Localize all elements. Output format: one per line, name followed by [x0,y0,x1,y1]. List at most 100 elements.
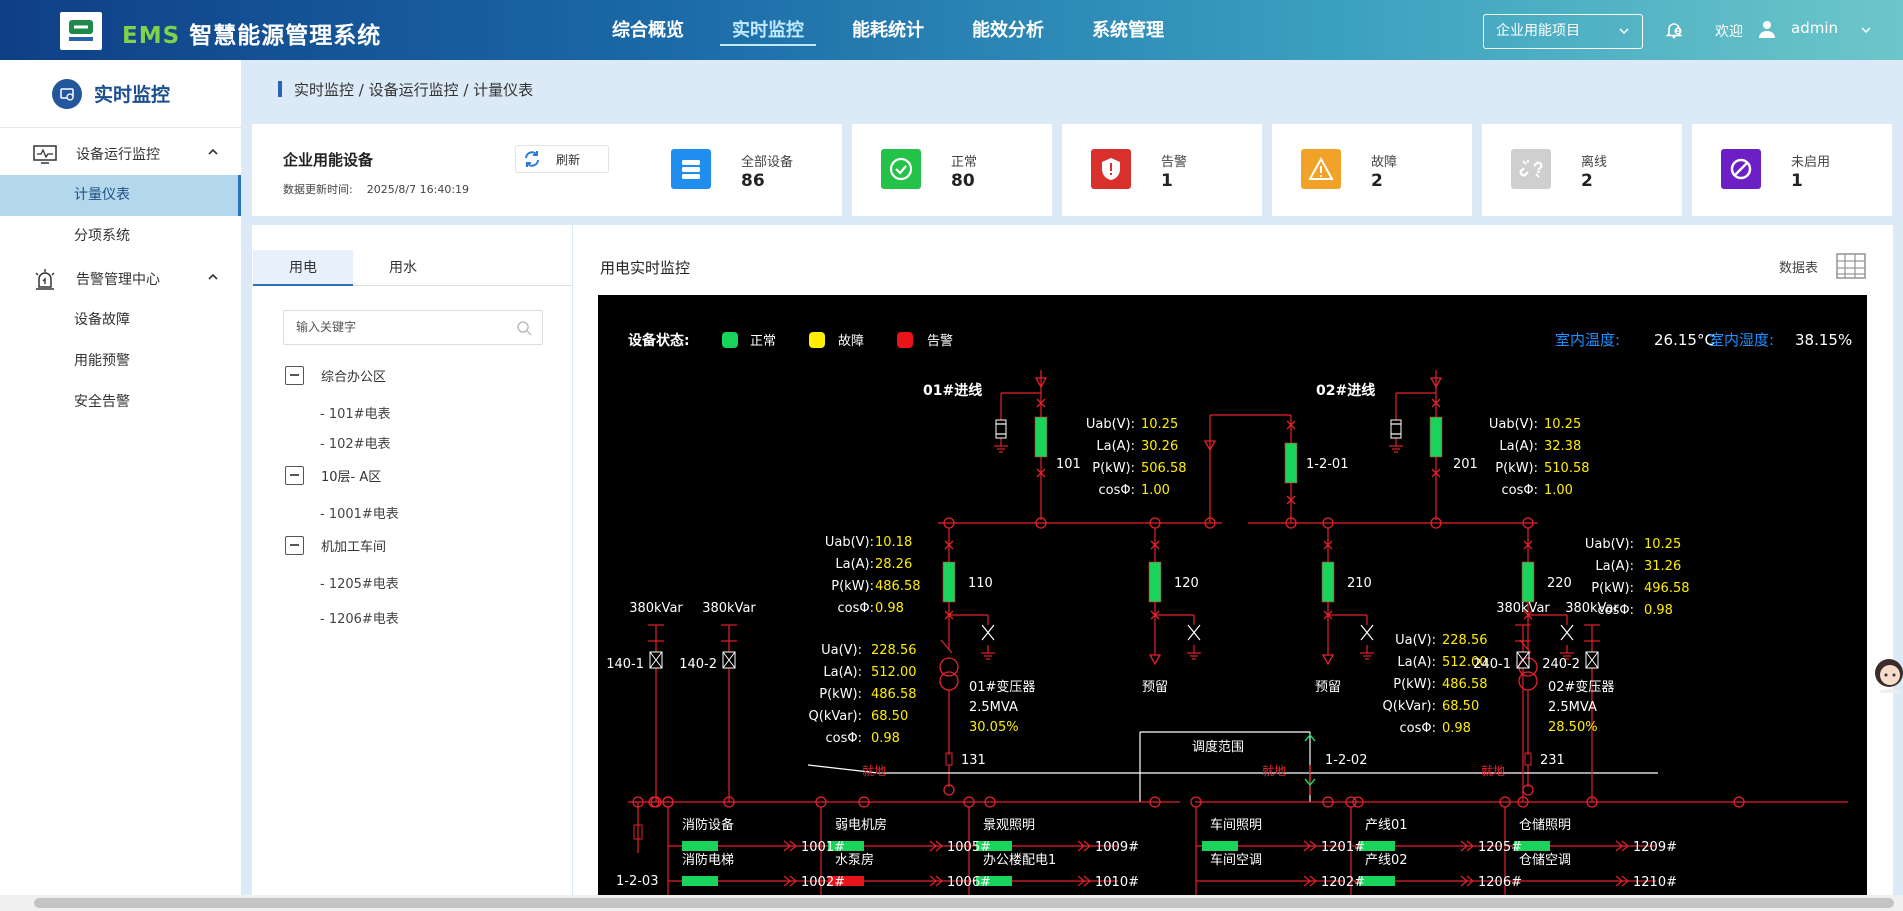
tree-node-office[interactable]: 综合办公区 [285,366,386,385]
pt-symbol [995,419,1007,439]
transformer-2-winding [1518,671,1538,691]
summary-card: 企业用能设备 数据更新时间: 2025/8/7 16:40:19 刷新 [252,124,666,216]
legend-swatch-alarm [897,332,913,348]
breaker-101 [1034,416,1048,458]
load-name: 消防电梯 [682,852,734,868]
load-status-bar [1202,841,1238,851]
tree-node-floor10[interactable]: 10层- A区 [285,466,381,485]
search-input[interactable]: 输入关键字 [283,310,543,345]
collapse-icon[interactable] [285,366,304,385]
svg-text:2: 2 [1676,29,1679,35]
chevron-down-icon[interactable] [1860,20,1872,40]
tree-leaf[interactable]: - 1206#电表 [320,608,399,627]
arrow-down-icon [1321,654,1335,666]
feeder-110-meter-label: La(A): [835,557,874,572]
load-name: 仓储空调 [1519,853,1571,868]
tree-node-workshop[interactable]: 机加工车间 [285,536,386,555]
capacitor-140-1-id: 140-1 [606,657,644,672]
nav-efficiency[interactable]: 能效分析 [948,0,1068,60]
transformer-1-meter-label: cosΦ: [826,731,863,746]
broken-link-icon [1511,149,1551,189]
bell-icon[interactable]: 2 [1664,20,1684,40]
breaker-1-2-03-label: 1-2-03 [616,874,658,889]
reserve-label-1: 预留 [1142,680,1168,695]
transformer-2-meter-value: 486.58 [1442,677,1488,692]
datatable-link[interactable]: 数据表 [1779,257,1818,276]
stat-disabled[interactable]: 未启用 1 [1692,124,1892,216]
breaker-110 [942,561,956,603]
project-select[interactable]: 企业用能项目 [1483,14,1643,49]
load-status-bar [682,876,718,886]
grounding-switch [1560,624,1574,641]
collapse-icon[interactable] [285,536,304,555]
alarm-light-icon [32,267,58,291]
tab-electric[interactable]: 用电 [253,250,353,286]
stat-fault[interactable]: 故障 2 [1272,124,1472,216]
sidebar-item-meter[interactable]: 计量仪表 [0,175,241,216]
load-name: 弱电机房 [835,817,887,833]
tab-water[interactable]: 用水 [353,250,453,286]
local-label-2: 就地 [1262,764,1286,778]
breadcrumb: 实时监控 / 设备运行监控 / 计量仪表 [278,79,533,100]
project-select-value: 企业用能项目 [1496,23,1580,39]
tree-leaf[interactable]: - 1205#电表 [320,573,399,592]
diagram-svg: 设备状态: 正常 故障 告警 室内温度: 26.15°C室内湿度: 38.15% 01#进线 1… [606,331,1852,911]
capacitor-240-2-rating: 380kVar [1565,601,1619,616]
tree-leaf[interactable]: - 102#电表 [320,433,391,452]
collapse-icon[interactable] [285,466,304,485]
chevron-up-icon [208,148,218,155]
sidebar-item-device-fault[interactable]: 设备故障 [0,300,241,341]
device-tree-panel: 用电 用水 输入关键字 综合办公区 - 101#电表 - 102#电表 10层-… [252,225,572,911]
feeder-110-meter-value: 486.58 [875,579,921,594]
transformer-2-meter-value: 228.56 [1442,633,1488,648]
breaker-1-2-01 [1284,442,1298,484]
stat-offline[interactable]: 离线 2 [1482,124,1682,216]
transformer-2-load: 28.50% [1548,720,1598,735]
transformer-2-title: 02#变压器 [1548,679,1614,695]
load-name: 景观照明 [983,818,1035,833]
transformer-1-meter-value: 228.56 [871,643,917,658]
sidebar-item-safety-alarm[interactable]: 安全告警 [0,382,241,423]
nav-system[interactable]: 系统管理 [1068,0,1188,60]
load-status-bar [682,841,718,851]
search-icon [517,321,532,336]
incoming-1-meter-value: 506.58 [1141,461,1187,476]
breaker-201-label: 201 [1453,457,1478,472]
nav-overview[interactable]: 综合概览 [588,0,708,60]
feeder-220-meter-label: Uab(V): [1585,537,1634,552]
sidebar-group-device-monitor[interactable]: 设备运行监控 [0,132,241,175]
transformer-1-meter-label: Ua(V): [821,643,862,658]
sidebar-item-energy-warning[interactable]: 用能预警 [0,341,241,382]
nav-energy-stats[interactable]: 能耗统计 [828,0,948,60]
horizontal-scrollbar[interactable] [0,895,1903,911]
grid-table-icon[interactable] [1835,252,1867,280]
sidebar-item-subsystem[interactable]: 分项系统 [0,216,241,257]
refresh-button[interactable]: 刷新 [515,145,609,173]
user-name[interactable]: admin [1791,19,1838,37]
load-name: 办公楼配电1 [983,853,1056,868]
load-name: 车间照明 [1210,817,1262,833]
dispatch-label: 调度范围 [1192,739,1244,755]
feeder-110-meter-label: cosΦ: [838,601,875,616]
feeder-110-meter-value: 0.98 [875,601,904,616]
transformer-1-meter-value: 0.98 [871,731,900,746]
load-id: 1201# [1321,840,1365,855]
tree-leaf[interactable]: - 101#电表 [320,403,391,422]
nav-realtime[interactable]: 实时监控 [708,0,828,60]
load-name: 仓储照明 [1519,818,1571,833]
stat-normal[interactable]: 正常 80 [852,124,1052,216]
assistant-avatar[interactable] [1871,653,1903,697]
transformer-1-title: 01#变压器 [969,679,1035,695]
incoming-1-meter-label: P(kW): [1092,461,1135,476]
scrollbar-thumb[interactable] [34,898,1894,908]
sidebar-group-alarm-center[interactable]: 告警管理中心 [0,257,241,300]
local-label-1: 就地 [862,764,886,778]
transformer-1-meter-value: 68.50 [871,709,908,724]
stat-alarm[interactable]: 告警 1 [1062,124,1262,216]
breaker-120-label: 120 [1174,576,1199,591]
tree-leaf[interactable]: - 1001#电表 [320,503,399,522]
server-icon [671,149,711,189]
breaker-101-label: 101 [1056,457,1081,472]
stat-all-devices[interactable]: 全部设备 86 [642,124,842,216]
breaker-1-2-01-label: 1-2-01 [1306,457,1348,472]
